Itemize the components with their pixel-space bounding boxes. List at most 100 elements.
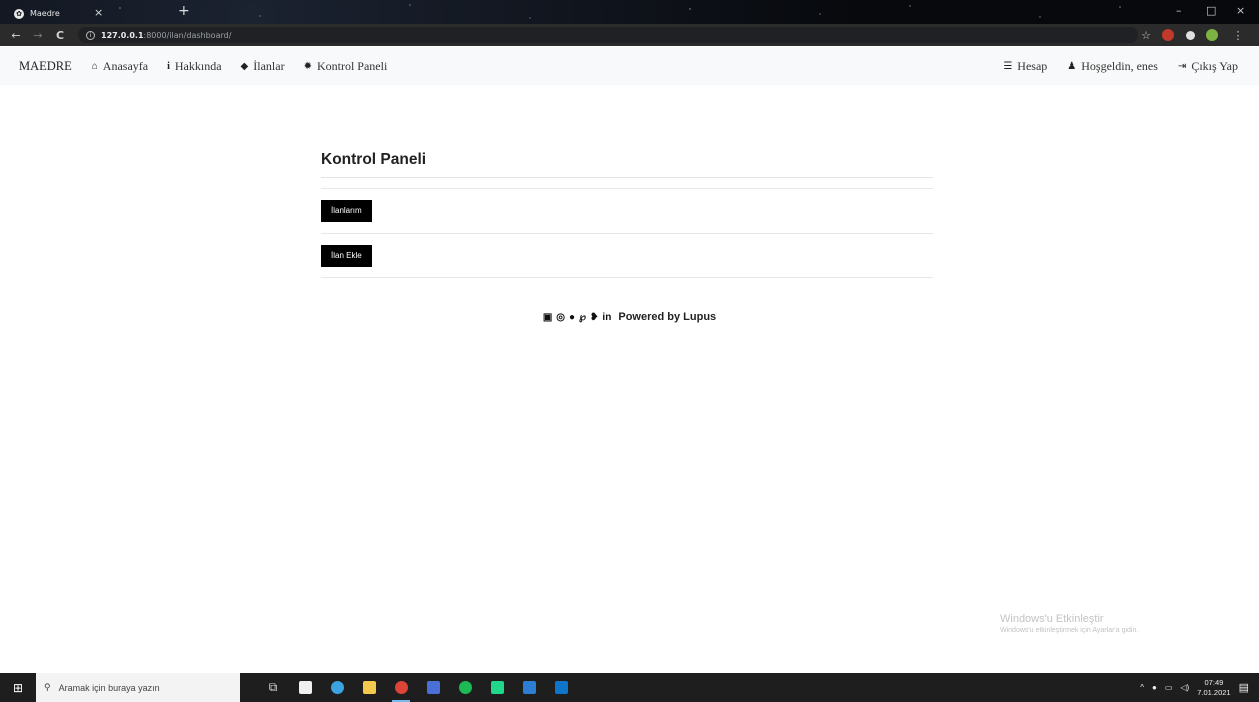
nav-link-anasayfa[interactable]: ⌂ Anasayfa: [92, 59, 148, 74]
start-button[interactable]: ⊞: [0, 673, 36, 702]
vscode-icon: [554, 681, 568, 694]
extensions-puzzle-icon[interactable]: [1186, 31, 1195, 40]
address-bar-row: ← → C i 127.0.0.1 :8000/ilan/dashboard/ …: [0, 24, 1259, 46]
menu-icon: ☰: [1003, 60, 1013, 72]
opera-icon[interactable]: ●: [569, 312, 575, 323]
app-icon: [522, 681, 536, 694]
site-info-icon[interactable]: i: [86, 30, 95, 40]
list-item: İlan Ekle: [321, 233, 933, 278]
nav-link-label: Hesap: [1017, 58, 1048, 73]
url-path: :8000/ilan/dashboard/: [143, 30, 232, 40]
watermark-subtitle: Windows'u etkinleştirmek için Ayarlar'a …: [1000, 627, 1139, 634]
taskbar-app[interactable]: [486, 673, 508, 702]
nav-link-hakkinda[interactable]: i Hakkında: [167, 59, 221, 74]
nav-link-user[interactable]: ♟ Hoşgeldin, enes: [1067, 59, 1158, 74]
nav-link-label: Hakkında: [174, 58, 222, 73]
add-listing-button[interactable]: İlan Ekle: [321, 244, 372, 267]
store-icon: [298, 681, 312, 694]
window-close-icon[interactable]: ×: [1236, 4, 1245, 17]
navbar-right: ☰ Hesap ♟ Hoşgeldin, enes ⇥ Çıkış Yap: [983, 47, 1238, 85]
browser-tabstrip: ✿ Maedre × + – □ ×: [0, 0, 1259, 24]
windows-taskbar: ⊞ ⚲ Aramak için buraya yazın ⧉ ^ ● ▭ ◁) …: [0, 673, 1259, 702]
site-navbar: MAEDRE ⌂ Anasayfa i Hakkında ◆ İlanlar ✹…: [0, 47, 1259, 85]
activation-watermark: Windows'u Etkinleştir Windows'u etkinleş…: [1000, 613, 1138, 634]
app-icon: [426, 681, 440, 694]
windows-logo-icon: ⊞: [12, 680, 24, 695]
social-links: ▣ ◎ ● ℘ ❥ in: [543, 312, 612, 323]
instagram-icon[interactable]: ◎: [556, 312, 565, 323]
task-view-button[interactable]: ⧉: [262, 673, 284, 702]
taskbar-app[interactable]: [390, 673, 412, 702]
taskbar-apps: ⧉: [262, 673, 572, 702]
list-item: İlanlarım: [321, 188, 933, 233]
facebook-icon[interactable]: ▣: [543, 312, 552, 323]
back-icon[interactable]: ←: [10, 29, 22, 42]
search-placeholder: Aramak için buraya yazın: [58, 682, 160, 693]
tray-chevron-icon[interactable]: ^: [1140, 683, 1144, 692]
chrome-icon: [394, 681, 408, 694]
taskbar-app[interactable]: [326, 673, 348, 702]
tab-title: Maedre: [30, 9, 60, 18]
app-icon: [330, 681, 344, 694]
pinterest-icon[interactable]: ℘: [579, 312, 586, 323]
site-footer: ▣ ◎ ● ℘ ❥ in Powered by Lupus: [0, 311, 1259, 323]
bookmark-star-icon[interactable]: ☆: [1140, 29, 1152, 42]
nav-link-hesap[interactable]: ☰ Hesap: [1003, 59, 1047, 74]
file-explorer-icon: [362, 681, 376, 694]
reload-icon[interactable]: C: [54, 29, 66, 42]
taskbar-app[interactable]: [358, 673, 380, 702]
nav-link-label: Hoşgeldin, enes: [1081, 58, 1158, 73]
pycharm-icon: [490, 681, 504, 694]
sign-out-icon: ⇥: [1177, 60, 1187, 72]
nav-link-label: Kontrol Paneli: [316, 58, 388, 73]
browser-tab[interactable]: ✿ Maedre ×: [8, 3, 168, 24]
watermark-title: Windows'u Etkinleştir: [1000, 613, 1104, 625]
tag-icon: ◆: [240, 60, 249, 72]
nav-link-label: Çıkış Yap: [1191, 58, 1238, 73]
taskbar-app[interactable]: [518, 673, 540, 702]
linkedin-icon[interactable]: in: [602, 312, 611, 323]
notifications-icon[interactable]: ▤: [1239, 681, 1249, 694]
maximize-icon[interactable]: □: [1206, 4, 1216, 17]
spotify-icon: [458, 681, 472, 694]
taskbar-app[interactable]: [454, 673, 476, 702]
my-listings-button[interactable]: İlanlarım: [321, 200, 372, 222]
dashboard-panel: Kontrol Paneli İlanlarım İlan Ekle: [321, 148, 933, 278]
taskbar-search-input[interactable]: ⚲ Aramak için buraya yazın: [36, 673, 240, 702]
nav-link-label: İlanlar: [253, 58, 285, 73]
system-tray: ^ ● ▭ ◁) 07:49 7.01.2021 ▤: [1140, 673, 1249, 702]
network-icon[interactable]: ▭: [1165, 683, 1173, 692]
url-host: 127.0.0.1: [101, 30, 144, 40]
nav-link-label: Anasayfa: [102, 58, 149, 73]
browser-menu-icon[interactable]: ⋮: [1232, 29, 1244, 42]
extension-shield-icon[interactable]: [1162, 29, 1174, 41]
taskbar-app[interactable]: [550, 673, 572, 702]
volume-icon[interactable]: ◁): [1180, 683, 1189, 692]
page-title: Kontrol Paneli: [321, 148, 933, 178]
new-tab-icon[interactable]: +: [178, 3, 190, 19]
nav-link-logout[interactable]: ⇥ Çıkış Yap: [1178, 59, 1238, 74]
site-favicon-icon: ✿: [14, 8, 24, 19]
clock[interactable]: 07:49 7.01.2021: [1197, 678, 1230, 698]
microphone-icon[interactable]: ●: [1152, 683, 1157, 692]
gear-icon: ✹: [303, 60, 312, 72]
url-input[interactable]: i 127.0.0.1 :8000/ilan/dashboard/: [78, 27, 1138, 43]
clock-time: 07:49: [1204, 677, 1224, 687]
search-icon: ⚲: [44, 682, 51, 692]
task-view-icon: ⧉: [268, 680, 278, 694]
minimize-icon[interactable]: –: [1176, 4, 1182, 17]
clock-date: 7.01.2021: [1197, 687, 1231, 697]
nav-link-kontrol-paneli[interactable]: ✹ Kontrol Paneli: [304, 59, 388, 74]
brand-link[interactable]: MAEDRE: [19, 59, 72, 74]
taskbar-app[interactable]: [422, 673, 444, 702]
profile-avatar-icon[interactable]: [1206, 29, 1218, 41]
footer-text: Powered by Lupus: [618, 311, 717, 323]
forward-icon[interactable]: →: [32, 29, 44, 42]
home-icon: ⌂: [91, 60, 98, 72]
info-icon: i: [167, 60, 170, 72]
user-icon: ♟: [1067, 60, 1077, 72]
tab-close-icon[interactable]: ×: [94, 6, 103, 19]
twitter-icon[interactable]: ❥: [590, 312, 598, 323]
taskbar-app[interactable]: [294, 673, 316, 702]
nav-link-ilanlar[interactable]: ◆ İlanlar: [241, 59, 285, 74]
